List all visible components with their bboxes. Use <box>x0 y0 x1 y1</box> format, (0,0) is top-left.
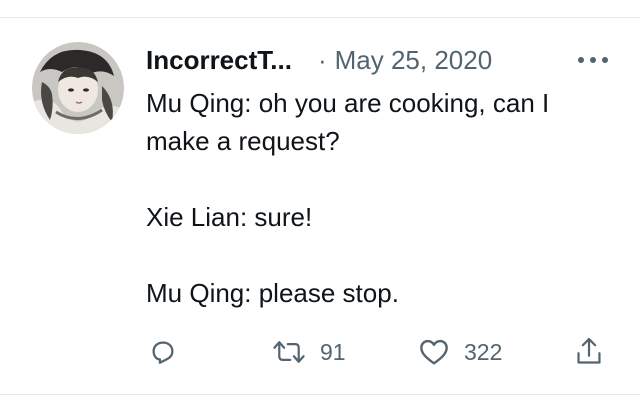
reply-icon <box>152 341 174 364</box>
bottom-divider <box>0 394 640 395</box>
retweet-button[interactable]: 91 <box>272 334 346 370</box>
like-button[interactable]: 322 <box>418 334 502 370</box>
more-dot <box>590 57 596 63</box>
tweet-text: Mu Qing: oh you are cooking, can I make … <box>146 84 616 312</box>
more-horizontal-icon[interactable] <box>578 52 608 68</box>
reply-button[interactable] <box>148 334 178 370</box>
retweet-count: 91 <box>320 338 346 365</box>
more-dot <box>602 57 608 63</box>
action-bar: 91 322 <box>146 334 616 370</box>
author-name[interactable]: IncorrectT... <box>146 45 292 76</box>
header-separator: · <box>317 44 327 75</box>
tweet-header: IncorrectT... · May 25, 2020 <box>146 40 616 80</box>
tweet-line: Mu Qing: oh you are cooking, can I make … <box>146 88 550 156</box>
tweet-line: Xie Lian: sure! <box>146 202 313 232</box>
like-count: 322 <box>464 338 503 365</box>
share-button[interactable] <box>574 334 604 370</box>
heart-icon <box>420 339 448 365</box>
avatar[interactable] <box>32 42 124 134</box>
avatar-image <box>32 42 124 134</box>
top-divider <box>0 17 640 18</box>
share-icon <box>577 337 601 364</box>
tweet-line: Mu Qing: please stop. <box>146 278 399 308</box>
retweet-icon <box>273 341 305 363</box>
tweet-date[interactable]: May 25, 2020 <box>335 45 493 76</box>
more-dot <box>578 57 584 63</box>
